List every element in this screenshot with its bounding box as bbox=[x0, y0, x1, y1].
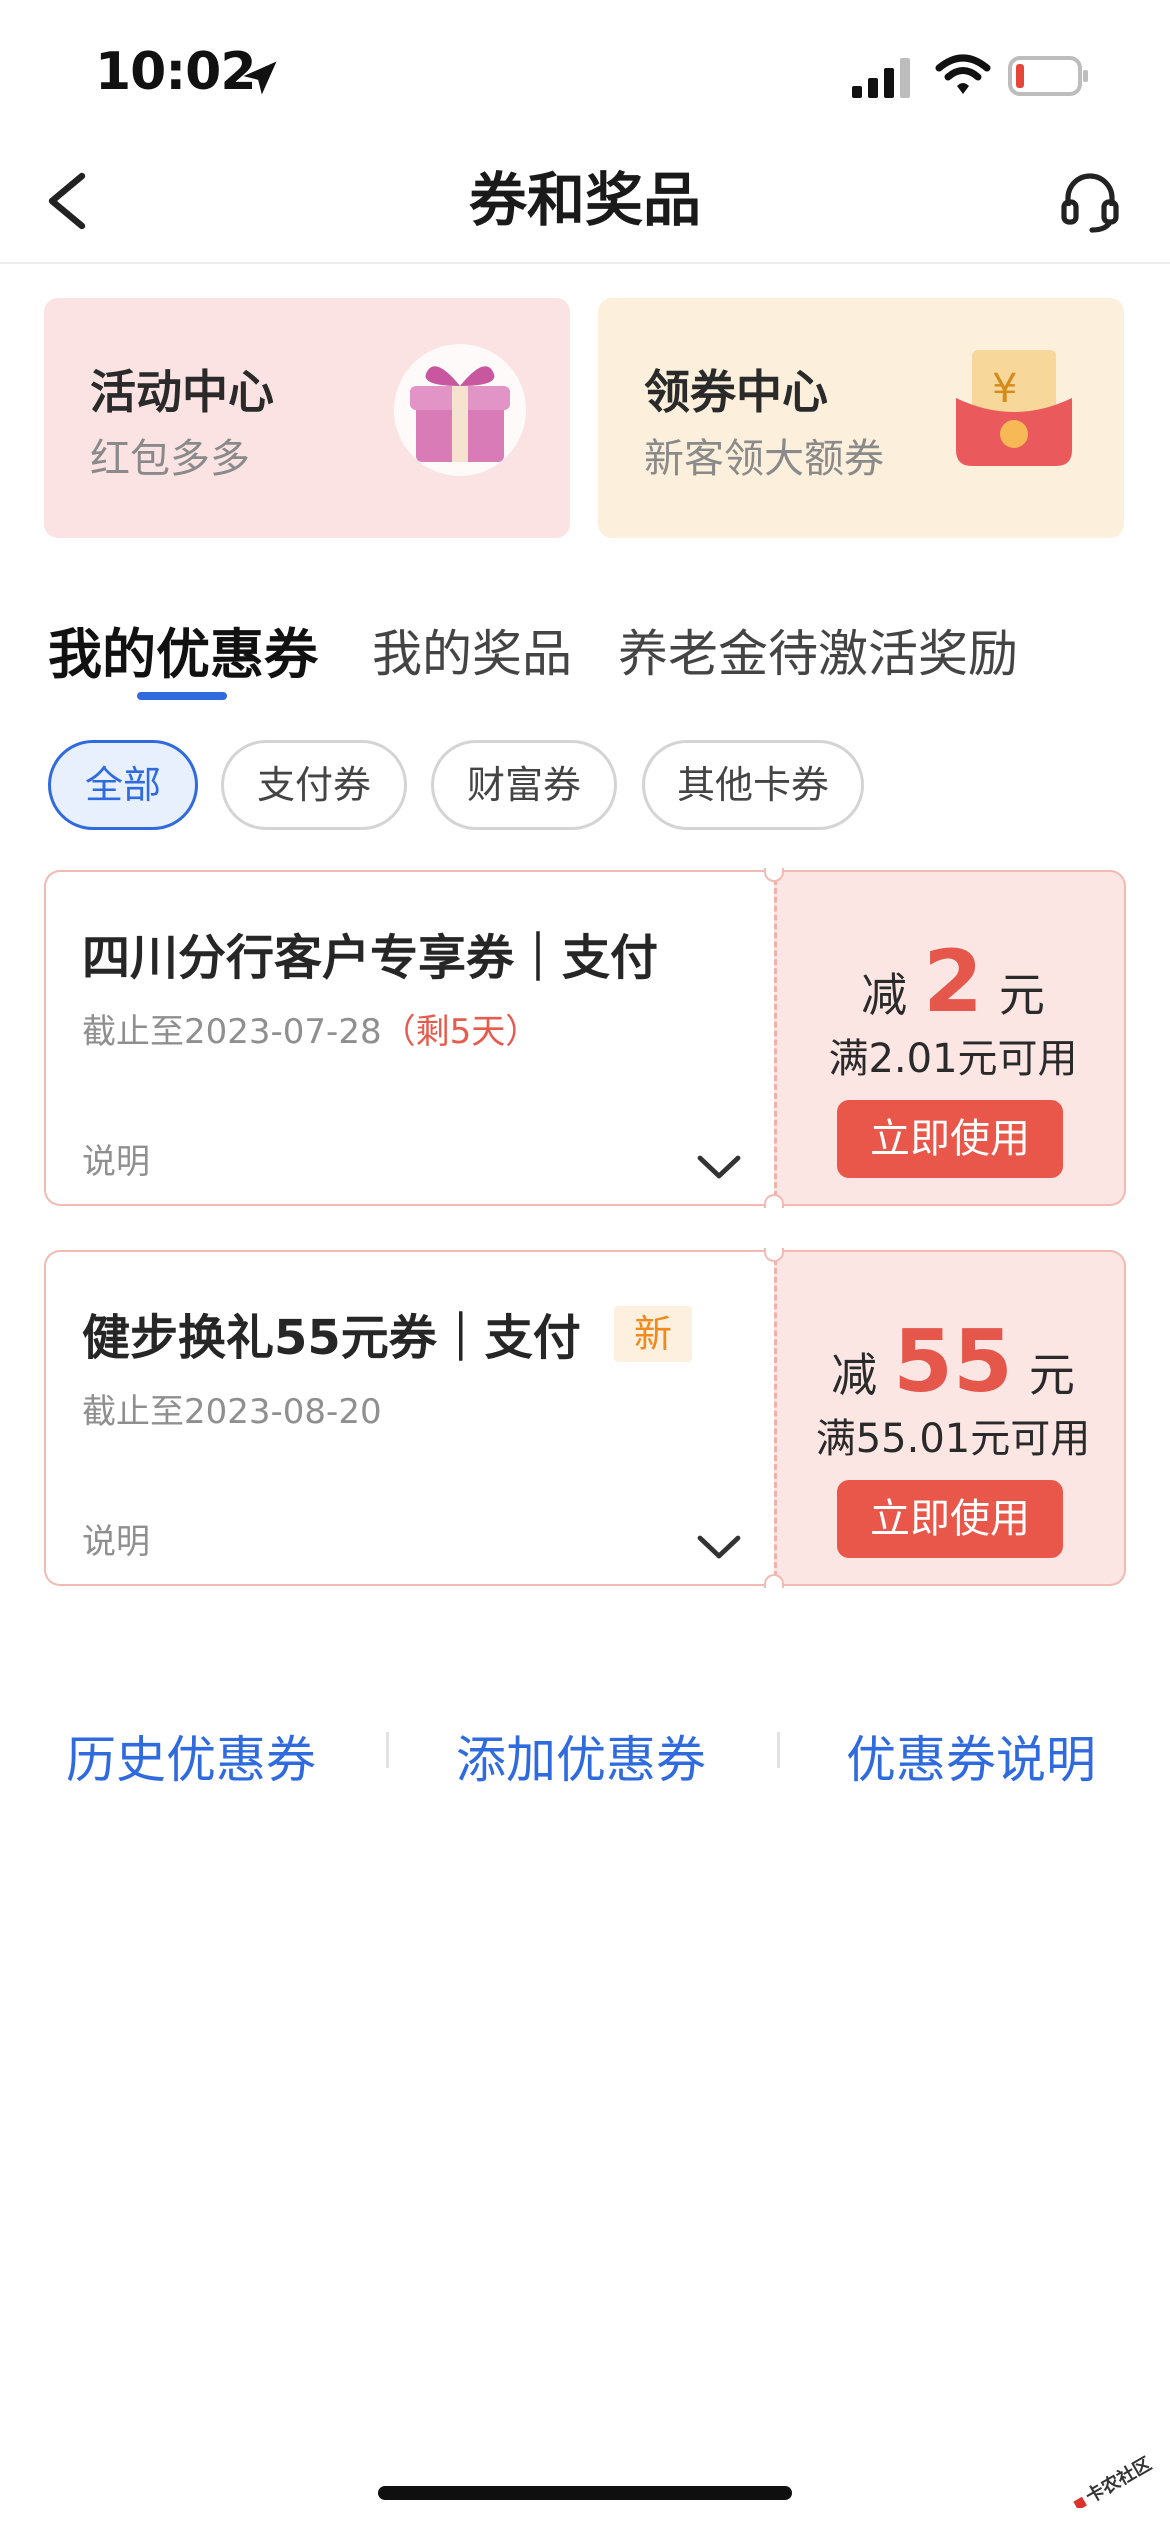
coupon-help-link[interactable]: 优惠券说明 bbox=[846, 1720, 1096, 1792]
coupon-description-toggle[interactable]: 说明 bbox=[82, 1134, 150, 1183]
amount-unit: 元 bbox=[1028, 1348, 1075, 1402]
tab-pension-rewards[interactable]: 养老金待激活奖励 bbox=[618, 614, 1018, 686]
coupon-notch bbox=[764, 1574, 784, 1588]
filter-payment-coupon[interactable]: 支付券 bbox=[221, 740, 407, 830]
status-time: 10:02 bbox=[95, 42, 257, 102]
use-now-button[interactable]: 立即使用 bbox=[837, 1480, 1063, 1558]
coupon-card: 健步换礼55元券｜支付 新 截止至2023-08-20 说明 减 55 元 满55.… bbox=[44, 1248, 1126, 1588]
entry-title: 领券中心 bbox=[644, 365, 828, 419]
home-indicator bbox=[378, 2486, 792, 2500]
page-title: 券和奖品 bbox=[468, 166, 701, 234]
entry-subtitle: 新客领大额券 bbox=[644, 436, 884, 482]
use-now-button[interactable]: 立即使用 bbox=[837, 1100, 1063, 1178]
coupon-expiry: 截止至2023-07-28（剩5天） bbox=[82, 1004, 539, 1053]
coupon-name: 健步换礼55元券｜支付 bbox=[82, 1310, 581, 1366]
amount-prefix: 减 bbox=[831, 1348, 878, 1402]
amount-unit: 元 bbox=[998, 968, 1045, 1022]
coupon-amount: 减2元 bbox=[777, 932, 1129, 1032]
new-badge: 新 bbox=[614, 1306, 692, 1362]
filter-all[interactable]: 全部 bbox=[48, 740, 198, 830]
cellular-signal-icon bbox=[852, 58, 910, 98]
coupon-remaining-days: （剩5天） bbox=[381, 1012, 540, 1052]
coupon-amount: 减 55 元 bbox=[777, 1312, 1129, 1412]
gift-box-icon bbox=[394, 344, 526, 476]
nav-bar: 券和奖品 bbox=[0, 140, 1170, 264]
coupon-center-card[interactable]: 领券中心 新客领大额券 ¥ bbox=[598, 298, 1124, 538]
chevron-down-icon[interactable] bbox=[696, 1152, 742, 1182]
watermark-logo: 卡农社区 bbox=[1073, 2453, 1155, 2508]
battery-icon bbox=[1008, 56, 1088, 96]
coupon-expiry: 截止至2023-08-20 bbox=[82, 1384, 382, 1433]
coupon-expiry-date: 截止至2023-07-28 bbox=[82, 1012, 382, 1052]
coupon-expiry-date: 截止至2023-08-20 bbox=[82, 1392, 382, 1432]
coupon-name: 四川分行客户专享券｜支付 bbox=[82, 930, 659, 986]
location-arrow-icon bbox=[243, 61, 277, 95]
coupon-info: 健步换礼55元券｜支付 新 截止至2023-08-20 说明 bbox=[44, 1250, 774, 1586]
wifi-icon bbox=[935, 54, 991, 94]
svg-text:¥: ¥ bbox=[992, 366, 1017, 412]
red-envelope-icon: ¥ bbox=[956, 350, 1072, 466]
entry-subtitle: 红包多多 bbox=[90, 436, 250, 482]
tab-my-coupons[interactable]: 我的优惠券 bbox=[48, 610, 318, 689]
coupon-info: 四川分行客户专享券｜支付 截止至2023-07-28（剩5天） 说明 bbox=[44, 870, 774, 1206]
entry-title: 活动中心 bbox=[90, 365, 274, 419]
filter-other-cards[interactable]: 其他卡券 bbox=[642, 740, 864, 830]
coupon-condition: 满55.01元可用 bbox=[815, 1416, 1091, 1462]
coupon-amount-panel: 减2元 满2.01元可用 立即使用 bbox=[774, 870, 1126, 1206]
coupon-notch bbox=[764, 1194, 784, 1208]
chevron-down-icon[interactable] bbox=[696, 1532, 742, 1562]
history-coupons-link[interactable]: 历史优惠券 bbox=[66, 1720, 316, 1792]
amount-value: 55 bbox=[893, 1312, 1013, 1412]
customer-service-headset-icon[interactable] bbox=[1058, 170, 1122, 234]
add-coupon-link[interactable]: 添加优惠券 bbox=[456, 1720, 706, 1792]
coupon-amount-panel: 减 55 元 满55.01元可用 立即使用 bbox=[774, 1250, 1126, 1586]
coupon-description-toggle[interactable]: 说明 bbox=[82, 1514, 150, 1563]
status-bar: 10:02 bbox=[0, 0, 1170, 140]
coupon-card: 四川分行客户专享券｜支付 截止至2023-07-28（剩5天） 说明 减2元 满… bbox=[44, 868, 1126, 1208]
coupon-tabs: 我的优惠券 我的奖品 养老金待激活奖励 bbox=[0, 600, 1170, 710]
coupon-condition: 满2.01元可用 bbox=[828, 1036, 1078, 1082]
active-tab-indicator bbox=[137, 692, 227, 700]
amount-value: 2 bbox=[923, 932, 983, 1032]
link-divider bbox=[777, 1732, 780, 1768]
svg-text:卡农社区: 卡农社区 bbox=[1082, 2453, 1155, 2508]
activity-center-card[interactable]: 活动中心 红包多多 bbox=[44, 298, 570, 538]
filter-wealth-coupon[interactable]: 财富券 bbox=[431, 740, 617, 830]
tab-my-prizes[interactable]: 我的奖品 bbox=[372, 614, 572, 686]
link-divider bbox=[386, 1732, 389, 1768]
amount-prefix: 减 bbox=[861, 968, 908, 1022]
